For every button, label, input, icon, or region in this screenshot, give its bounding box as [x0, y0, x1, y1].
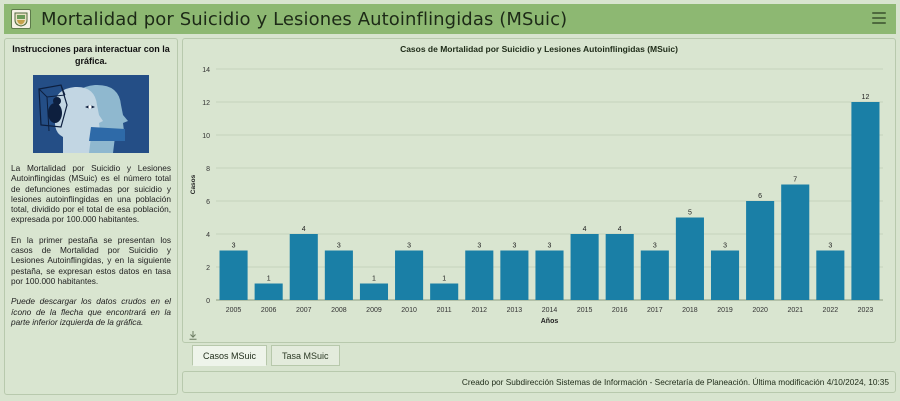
- bar: [430, 283, 459, 300]
- municipal-seal-icon: [11, 9, 31, 29]
- data-label: 3: [548, 243, 552, 250]
- x-tick-label: 2021: [787, 307, 803, 314]
- tab-tasa-msuic[interactable]: Tasa MSuic: [271, 345, 340, 366]
- data-label: 3: [828, 243, 832, 250]
- data-label: 3: [232, 243, 236, 250]
- data-label: 3: [337, 243, 341, 250]
- tab-casos-msuic[interactable]: Casos MSuic: [192, 345, 268, 366]
- bar: [605, 234, 634, 300]
- y-tick-label: 6: [206, 199, 210, 206]
- x-tick-label: 2008: [331, 307, 347, 314]
- x-tick-label: 2019: [717, 307, 733, 314]
- data-label: 4: [302, 226, 306, 233]
- bar: [570, 234, 599, 300]
- x-tick-label: 2007: [296, 307, 312, 314]
- bar: [675, 217, 704, 300]
- x-tick-label: 2011: [437, 307, 452, 314]
- bar: [816, 250, 845, 300]
- x-tick-label: 2022: [823, 307, 839, 314]
- data-label: 4: [618, 226, 622, 233]
- data-label: 1: [372, 276, 376, 283]
- bar: [395, 250, 424, 300]
- data-label: 7: [793, 177, 797, 184]
- y-tick-label: 0: [206, 298, 210, 305]
- bar: [324, 250, 353, 300]
- app-header: Mortalidad por Suicidio y Lesiones Autoi…: [4, 4, 896, 34]
- x-tick-label: 2017: [647, 307, 663, 314]
- instructions-sidebar: Instrucciones para interactuar con la gr…: [4, 38, 178, 395]
- bar: [254, 283, 283, 300]
- x-tick-label: 2015: [577, 307, 593, 314]
- bar: [746, 201, 775, 300]
- x-tick-label: 2012: [472, 307, 488, 314]
- x-tick-label: 2006: [261, 307, 277, 314]
- sidebar-paragraph-tabs: En la primer pestaña se presentan los ca…: [11, 234, 171, 286]
- footer-text: Creado por Subdirección Sistemas de Info…: [461, 377, 889, 387]
- data-label: 3: [653, 243, 657, 250]
- x-tick-label: 2013: [507, 307, 523, 314]
- x-axis-title: Años: [541, 318, 559, 325]
- download-arrow-icon[interactable]: [189, 331, 197, 342]
- hamburger-menu-icon[interactable]: [872, 10, 886, 26]
- sidebar-paragraph-definition: La Mortalidad por Suicidio y Lesiones Au…: [11, 163, 171, 225]
- x-tick-label: 2005: [226, 307, 242, 314]
- bar: [500, 250, 529, 300]
- data-label: 3: [723, 243, 727, 250]
- x-tick-label: 2014: [542, 307, 558, 314]
- x-tick-label: 2016: [612, 307, 628, 314]
- data-label: 5: [688, 210, 692, 217]
- tab-bar: Casos MSuic Tasa MSuic: [192, 345, 340, 367]
- bar: [781, 184, 810, 300]
- data-label: 1: [442, 276, 446, 283]
- bar: [710, 250, 740, 300]
- bar: [219, 250, 248, 300]
- bar: [289, 234, 318, 300]
- page-title: Mortalidad por Suicidio y Lesiones Autoi…: [41, 8, 568, 30]
- y-tick-label: 14: [202, 67, 210, 74]
- sidebar-title: Instrucciones para interactuar con la gr…: [12, 44, 170, 66]
- y-tick-label: 2: [206, 265, 210, 272]
- sidebar-paragraph-download: Puede descargar los datos crudos en el í…: [11, 296, 171, 327]
- mental-health-illustration: [33, 75, 149, 153]
- bar: [465, 250, 494, 300]
- x-tick-label: 2018: [682, 307, 698, 314]
- y-tick-label: 8: [206, 166, 210, 173]
- chart-panel: Casos de Mortalidad por Suicidio y Lesio…: [182, 38, 896, 343]
- y-tick-label: 12: [202, 100, 210, 107]
- bar-chart: 0246810121432005120064200732008120093201…: [190, 67, 883, 325]
- data-label: 4: [583, 226, 587, 233]
- bar: [535, 250, 564, 300]
- y-tick-label: 4: [206, 232, 210, 239]
- y-axis-title: Casos: [190, 174, 197, 194]
- bar: [851, 102, 880, 300]
- bar: [359, 283, 389, 300]
- x-tick-label: 2020: [752, 307, 768, 314]
- data-label: 6: [758, 193, 762, 200]
- x-tick-label: 2009: [366, 307, 382, 314]
- data-label: 1: [267, 276, 271, 283]
- x-tick-label: 2023: [858, 307, 874, 314]
- data-label: 12: [862, 94, 870, 101]
- bar: [640, 250, 669, 300]
- x-tick-label: 2010: [401, 307, 417, 314]
- data-label: 3: [512, 243, 516, 250]
- data-label: 3: [407, 243, 411, 250]
- footer-credit: Creado por Subdirección Sistemas de Info…: [182, 371, 896, 393]
- y-tick-label: 10: [202, 133, 210, 140]
- data-label: 3: [477, 243, 481, 250]
